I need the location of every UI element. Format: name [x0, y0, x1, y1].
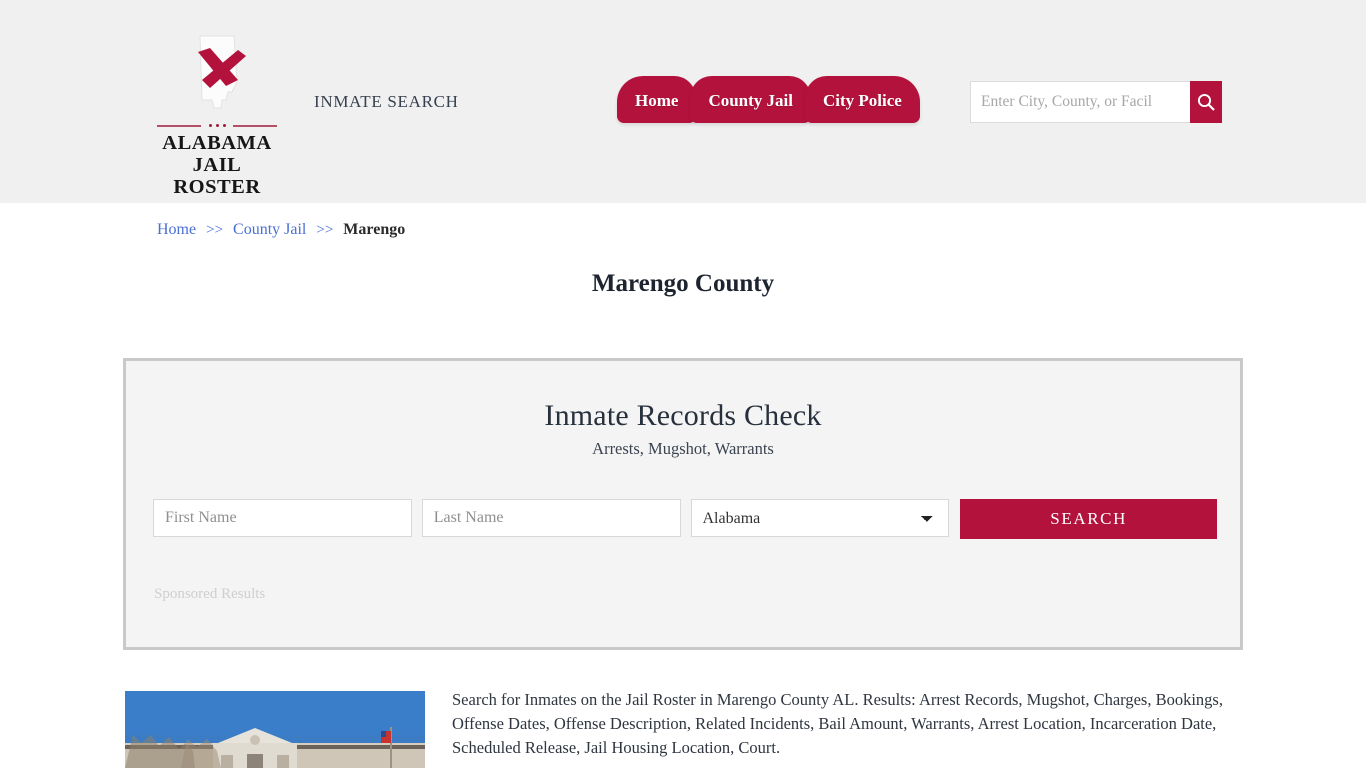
page-description: Search for Inmates on the Jail Roster in…	[452, 690, 1223, 757]
inmate-records-check-card: Inmate Records Check Arrests, Mugshot, W…	[123, 358, 1243, 650]
breadcrumb: Home >> County Jail >> Marengo	[157, 221, 405, 239]
search-icon	[1197, 93, 1215, 111]
breadcrumb-separator-1: >>	[206, 222, 224, 238]
nav-item-city-police[interactable]: City Police	[804, 76, 920, 123]
site-tagline: INMATE SEARCH	[314, 92, 459, 111]
logo-divider	[157, 121, 277, 130]
page-title: Marengo County	[591, 270, 775, 297]
first-name-input[interactable]	[153, 499, 412, 537]
sponsored-results-label: Sponsored Results	[154, 586, 266, 602]
state-select[interactable]: Alabama	[690, 499, 950, 537]
logo-wordmark: ALABAMA JAIL ROSTER	[152, 132, 282, 198]
header-search-button[interactable]	[1190, 81, 1222, 123]
breadcrumb-link-county-jail[interactable]: County Jail	[233, 221, 306, 238]
breadcrumb-link-home[interactable]: Home	[157, 221, 196, 238]
nav-item-county-jail[interactable]: County Jail	[690, 76, 811, 123]
inmate-search-form: Alabama SEARCH	[153, 499, 1217, 539]
primary-nav: Home County Jail City Police	[617, 76, 920, 123]
breadcrumb-separator-2: >>	[316, 222, 334, 238]
card-title: Inmate Records Check	[544, 399, 822, 432]
courthouse-image	[125, 691, 425, 768]
last-name-input[interactable]	[421, 499, 681, 537]
header-search	[970, 81, 1222, 123]
site-header: ALABAMA JAIL ROSTER INMATE SEARCH Home C…	[0, 0, 1366, 203]
site-logo[interactable]: ALABAMA JAIL ROSTER	[152, 30, 282, 198]
courthouse-photo	[125, 691, 425, 768]
search-button[interactable]: SEARCH	[960, 499, 1217, 539]
breadcrumb-current: Marengo	[343, 221, 406, 238]
header-search-input[interactable]	[970, 81, 1190, 123]
header-inner: ALABAMA JAIL ROSTER INMATE SEARCH Home C…	[0, 0, 1366, 203]
logo-line-2: JAIL ROSTER	[173, 154, 261, 199]
nav-item-home[interactable]: Home	[617, 76, 697, 123]
card-subtitle: Arrests, Mugshot, Warrants	[592, 439, 774, 458]
alabama-state-outline-with-red-x-icon	[198, 35, 246, 109]
logo-line-1: ALABAMA	[162, 132, 272, 154]
bottom-content: Search for Inmates on the Jail Roster in…	[0, 688, 1366, 768]
